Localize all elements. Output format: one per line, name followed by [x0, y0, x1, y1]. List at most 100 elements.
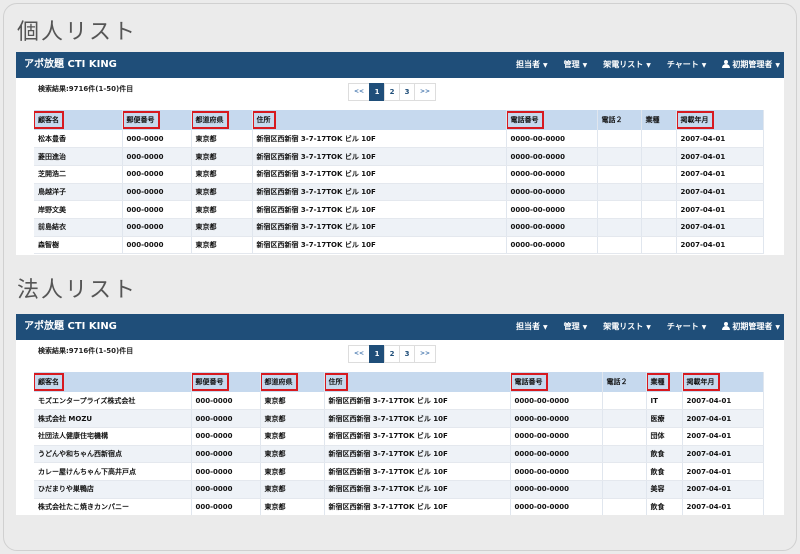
- table-cell: 000-0000: [122, 147, 192, 166]
- table-cell: 新宿区西新宿 3-7-17TOK ビル 10F: [324, 409, 511, 428]
- column-header[interactable]: 都道府県: [191, 110, 253, 130]
- nav-item[interactable]: 架電リスト ▼: [603, 52, 651, 79]
- nav-item[interactable]: 担当者 ▼: [516, 52, 548, 79]
- pager-next-button[interactable]: >>: [414, 345, 436, 363]
- table-row[interactable]: カレー屋けんちゃん下高井戸点 000-0000 東京都 新宿区西新宿 3-7-17TO…: [34, 462, 764, 481]
- table-cell: 医療: [646, 409, 683, 428]
- table-cell: 東京都: [191, 147, 253, 166]
- pager-page-button[interactable]: 2: [384, 345, 400, 363]
- individual-table: 顧客名 郵便番号 都道府県 住所 電話番号 電話２ 業種 掲載年月 松本豊香 000-0000 東…: [34, 110, 764, 255]
- table-row[interactable]: 前島結衣 000-0000 東京都 新宿区西新宿 3-7-17TOK ビル 10F 00…: [34, 218, 764, 237]
- column-header[interactable]: 電話２: [602, 372, 647, 392]
- table-cell: 0000-00-0000: [506, 147, 598, 166]
- table-cell: 2007-04-01: [682, 445, 764, 464]
- table-cell: 2007-04-01: [682, 462, 764, 481]
- column-header[interactable]: 掲載年月: [676, 110, 764, 130]
- column-header[interactable]: 電話番号: [510, 372, 603, 392]
- table-row[interactable]: 鳥越洋子 000-0000 東京都 新宿区西新宿 3-7-17TOK ビル 10F 00…: [34, 183, 764, 202]
- table-cell: 0000-00-0000: [510, 480, 603, 499]
- table-row[interactable]: 松本豊香 000-0000 東京都 新宿区西新宿 3-7-17TOK ビル 10F 00…: [34, 130, 764, 149]
- caret-down-icon: ▼: [701, 62, 707, 69]
- caret-down-icon: ▼: [775, 324, 780, 331]
- column-header-label: 電話番号: [510, 373, 548, 391]
- table-row[interactable]: 社団法人健康住宅機構 000-0000 東京都 新宿区西新宿 3-7-17TOK ビル…: [34, 427, 764, 446]
- table-row[interactable]: 岸野文美 000-0000 東京都 新宿区西新宿 3-7-17TOK ビル 10F 00…: [34, 200, 764, 219]
- table-cell: 東京都: [191, 165, 253, 184]
- column-header[interactable]: 電話２: [597, 110, 642, 130]
- table-cell: 新宿区西新宿 3-7-17TOK ビル 10F: [252, 236, 507, 255]
- table-cell: [602, 427, 647, 446]
- table-cell: 0000-00-0000: [506, 165, 598, 184]
- table-row[interactable]: うどんや和ちゃん西新宿点 000-0000 東京都 新宿区西新宿 3-7-17TOK …: [34, 445, 764, 464]
- column-header[interactable]: 顧客名: [34, 110, 123, 130]
- table-row[interactable]: 株式会社たこ焼きカンパニー 000-0000 東京都 新宿区西新宿 3-7-17TOK…: [34, 498, 764, 515]
- column-header[interactable]: 住所: [324, 372, 511, 392]
- column-header-label: 掲載年月: [676, 111, 714, 129]
- user-menu[interactable]: 初期管理者 ▼: [722, 52, 780, 79]
- brand-logo[interactable]: アポ放題 CTI KING: [24, 314, 117, 340]
- pager-next-button[interactable]: >>: [414, 83, 436, 101]
- pager-page-button[interactable]: 2: [384, 83, 400, 101]
- table-cell: 新宿区西新宿 3-7-17TOK ビル 10F: [252, 200, 507, 219]
- table-cell: 岸野文美: [34, 200, 123, 219]
- table-header-row: 顧客名 郵便番号 都道府県 住所 電話番号 電話２ 業種 掲載年月: [34, 372, 764, 392]
- column-header[interactable]: 電話番号: [506, 110, 598, 130]
- nav-item[interactable]: チャート ▼: [667, 314, 707, 341]
- nav-item-label: 架電リスト: [603, 60, 644, 69]
- table-cell: [597, 200, 642, 219]
- pager-prev-button[interactable]: <<: [348, 345, 370, 363]
- table-row[interactable]: モズエンタープライズ株式会社 000-0000 東京都 新宿区西新宿 3-7-17TO…: [34, 392, 764, 411]
- column-header[interactable]: 住所: [252, 110, 507, 130]
- column-header-label: 都道府県: [260, 373, 298, 391]
- user-menu[interactable]: 初期管理者 ▼: [722, 314, 780, 341]
- nav-item[interactable]: 担当者 ▼: [516, 314, 548, 341]
- individual-section-title: 個人リスト: [17, 20, 138, 45]
- table-cell: 株式会社たこ焼きカンパニー: [34, 498, 192, 515]
- nav-item[interactable]: 架電リスト ▼: [603, 314, 651, 341]
- nav-item[interactable]: チャート ▼: [667, 52, 707, 79]
- column-header-label: 郵便番号: [191, 373, 229, 391]
- table-cell: 新宿区西新宿 3-7-17TOK ビル 10F: [252, 147, 507, 166]
- caret-down-icon: ▼: [582, 324, 588, 331]
- table-cell: 000-0000: [122, 200, 192, 219]
- pager-page-button[interactable]: 3: [399, 83, 415, 101]
- table-cell: 0000-00-0000: [506, 130, 598, 149]
- table-row[interactable]: 株式会社 MOZU 000-0000 東京都 新宿区西新宿 3-7-17TOK ビル …: [34, 409, 764, 428]
- table-cell: 2007-04-01: [682, 480, 764, 499]
- pager-page-button[interactable]: 3: [399, 345, 415, 363]
- table-cell: [597, 130, 642, 149]
- column-header[interactable]: 郵便番号: [122, 110, 192, 130]
- column-header[interactable]: 都道府県: [260, 372, 325, 392]
- table-cell: 0000-00-0000: [510, 392, 603, 411]
- table-row[interactable]: 芝開浩二 000-0000 東京都 新宿区西新宿 3-7-17TOK ビル 10F 00…: [34, 165, 764, 184]
- table-row[interactable]: 森智樹 000-0000 東京都 新宿区西新宿 3-7-17TOK ビル 10F 000…: [34, 236, 764, 255]
- table-cell: 000-0000: [122, 165, 192, 184]
- column-header[interactable]: 業種: [646, 372, 683, 392]
- pager-page-button[interactable]: 1: [369, 345, 385, 363]
- table-cell: 000-0000: [191, 498, 261, 515]
- table-cell: 東京都: [260, 462, 325, 481]
- nav-item[interactable]: 管理 ▼: [564, 314, 588, 341]
- pagination: << 1 2 3 >>: [348, 83, 436, 101]
- table-row[interactable]: ひだまりや巣鴨店 000-0000 東京都 新宿区西新宿 3-7-17TOK ビル 1…: [34, 480, 764, 499]
- table-cell: 東京都: [260, 480, 325, 499]
- nav-item[interactable]: 管理 ▼: [564, 52, 588, 79]
- column-header-label: 業種: [645, 116, 660, 124]
- table-row[interactable]: 菱田進治 000-0000 東京都 新宿区西新宿 3-7-17TOK ビル 10F 00…: [34, 147, 764, 166]
- column-header[interactable]: 掲載年月: [682, 372, 764, 392]
- column-header[interactable]: 業種: [641, 110, 677, 130]
- column-header-label: 業種: [646, 373, 670, 391]
- column-header[interactable]: 顧客名: [34, 372, 192, 392]
- table-cell: 0000-00-0000: [506, 218, 598, 237]
- pager-prev-button[interactable]: <<: [348, 83, 370, 101]
- table-cell: [597, 147, 642, 166]
- column-header-label: 顧客名: [34, 111, 64, 129]
- brand-logo[interactable]: アポ放題 CTI KING: [24, 52, 117, 78]
- table-cell: 前島結衣: [34, 218, 123, 237]
- table-cell: 東京都: [191, 200, 253, 219]
- pager-page-button[interactable]: 1: [369, 83, 385, 101]
- table-cell: [641, 200, 677, 219]
- column-header[interactable]: 郵便番号: [191, 372, 261, 392]
- table-cell: 東京都: [260, 427, 325, 446]
- corporate-list-panel: アポ放題 CTI KING 担当者 ▼ 管理 ▼ 架電リスト ▼ チャート ▼ 初期管理者 ▼ 検…: [16, 314, 784, 515]
